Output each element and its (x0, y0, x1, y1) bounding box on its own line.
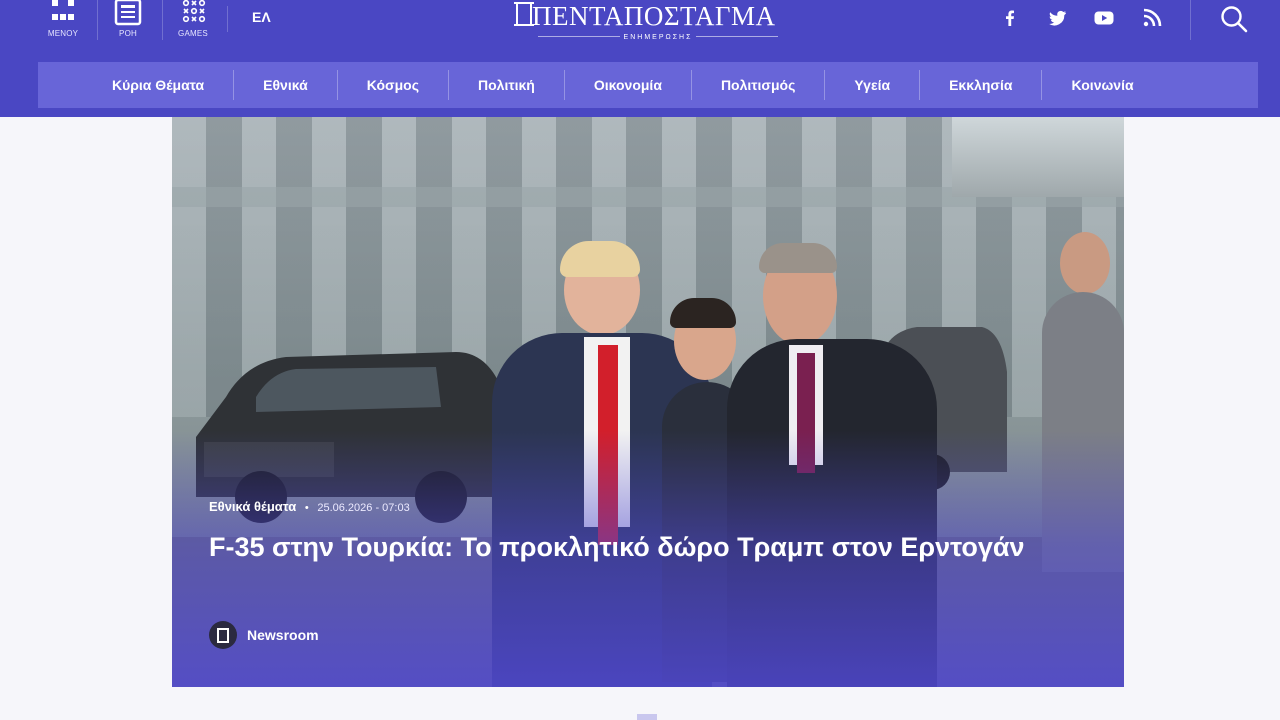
logo-name: ΠΕΝΤΑΠΟΣΤΑΓΜΑ (532, 1, 776, 31)
nav-item-world[interactable]: Κόσμος (338, 70, 450, 100)
hero-overlay (172, 117, 1124, 687)
menu-icon (52, 0, 74, 20)
news-feed-icon (114, 0, 142, 26)
divider (162, 0, 163, 40)
article-date: 25.06.2026 - 07:03 (317, 502, 410, 514)
article-author[interactable]: Newsroom (209, 621, 319, 649)
nav-item-society[interactable]: Κοινωνία (1042, 70, 1162, 100)
games-icon (182, 0, 206, 23)
facebook-link[interactable] (998, 6, 1022, 30)
news-feed-button[interactable]: ΡΟΗ (99, 0, 157, 42)
nav-item-national[interactable]: Εθνικά (234, 70, 338, 100)
games-button[interactable]: GAMES (164, 0, 222, 42)
nav-item-main-topics[interactable]: Κύρια Θέματα (83, 70, 235, 100)
divider (1190, 0, 1191, 40)
nav-item-health[interactable]: Υγεία (825, 70, 921, 100)
article-meta: Εθνικά θέματα • 25.06.2026 - 07:03 (209, 499, 410, 514)
youtube-link[interactable] (1092, 6, 1116, 30)
rss-icon (1143, 8, 1162, 27)
divider (227, 6, 228, 32)
search-icon (1221, 6, 1248, 33)
nav-item-church[interactable]: Εκκλησία (920, 70, 1043, 100)
facebook-icon (1006, 10, 1014, 26)
logo-tagline-text: ΕΝΗΜΕΡΩΣΗΣ (619, 34, 697, 41)
header-top-row: MENOY ΡΟΗ GAMES ΕΛ ΠΕΝΤΑΠΟΣΤΑΓΜΑ ΕΝΗΜΕΡΩ… (0, 0, 1280, 60)
news-feed-label: ΡΟΗ (119, 29, 137, 38)
slider-indicator[interactable] (637, 714, 657, 720)
rss-link[interactable] (1140, 6, 1164, 30)
nav-item-politics[interactable]: Πολιτική (449, 70, 565, 100)
youtube-icon (1094, 11, 1114, 25)
article-category[interactable]: Εθνικά θέματα (209, 499, 296, 514)
main-nav: Κύρια Θέματα Εθνικά Κόσμος Πολιτική Οικο… (38, 62, 1258, 108)
nav-item-economy[interactable]: Οικονομία (565, 70, 692, 100)
logo-mark-icon (514, 2, 534, 26)
language-selector[interactable]: ΕΛ (252, 9, 271, 25)
site-header: MENOY ΡΟΗ GAMES ΕΛ ΠΕΝΤΑΠΟΣΤΑΓΜΑ ΕΝΗΜΕΡΩ… (0, 0, 1280, 117)
menu-label: MENOY (47, 29, 79, 38)
author-avatar (209, 621, 237, 649)
twitter-link[interactable] (1045, 6, 1069, 30)
site-logo[interactable]: ΠΕΝΤΑΠΟΣΤΑΓΜΑ ΕΝΗΜΕΡΩΣΗΣ (512, 0, 782, 44)
twitter-icon (1049, 10, 1066, 26)
hero-article[interactable]: Εθνικά θέματα • 25.06.2026 - 07:03 F-35 … (172, 117, 1124, 687)
search-button[interactable] (1219, 4, 1249, 34)
games-label: GAMES (178, 29, 208, 38)
divider (97, 0, 98, 40)
article-headline[interactable]: F-35 στην Τουρκία: Το προκλητικό δώρο Τρ… (209, 528, 1029, 566)
author-name: Newsroom (247, 627, 319, 643)
logo-tagline: ΕΝΗΜΕΡΩΣΗΣ (538, 33, 778, 42)
menu-button[interactable]: MENOY (34, 0, 92, 42)
meta-separator: • (304, 502, 309, 514)
nav-item-culture[interactable]: Πολιτισμός (692, 70, 826, 100)
